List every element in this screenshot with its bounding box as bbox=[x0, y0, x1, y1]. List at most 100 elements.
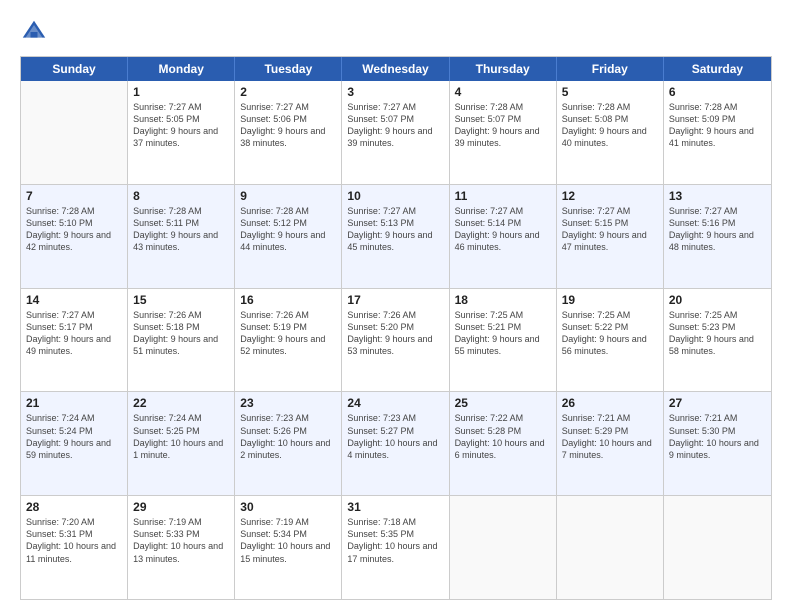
cell-sun-info: Sunrise: 7:19 AM Sunset: 5:33 PM Dayligh… bbox=[133, 516, 229, 565]
day-number: 16 bbox=[240, 293, 336, 307]
calendar-cell-day-22: 22Sunrise: 7:24 AM Sunset: 5:25 PM Dayli… bbox=[128, 392, 235, 495]
cell-sun-info: Sunrise: 7:28 AM Sunset: 5:10 PM Dayligh… bbox=[26, 205, 122, 254]
calendar-cell-day-24: 24 Sunrise: 7:23 AM Sunset: 5:27 PM Dayli… bbox=[342, 392, 449, 495]
calendar-cell-day-16: 16 Sunrise: 7:26 AM Sunset: 5:19 PM Dayli… bbox=[235, 289, 342, 392]
day-number: 28 bbox=[26, 500, 122, 514]
day-number: 12 bbox=[562, 189, 658, 203]
calendar-page: SundayMondayTuesdayWednesdayThursdayFrid… bbox=[0, 0, 792, 612]
cell-sun-info: Sunrise: 7:27 AM Sunset: 5:15 PM Dayligh… bbox=[562, 205, 658, 254]
calendar-cell-day-11: 11 Sunrise: 7:27 AM Sunset: 5:14 PM Dayli… bbox=[450, 185, 557, 288]
cell-sun-info: Sunrise: 7:27 AM Sunset: 5:07 PM Dayligh… bbox=[347, 101, 443, 150]
cell-sun-info: Sunrise: 7:26 AM Sunset: 5:18 PM Dayligh… bbox=[133, 309, 229, 358]
day-number: 27 bbox=[669, 396, 766, 410]
day-number: 6 bbox=[669, 85, 766, 99]
cell-sun-info: Sunrise: 7:23 AM Sunset: 5:27 PM Dayligh… bbox=[347, 412, 443, 461]
calendar-cell-day-6: 6 Sunrise: 7:28 AM Sunset: 5:09 PM Daylig… bbox=[664, 81, 771, 184]
calendar-cell-empty bbox=[450, 496, 557, 599]
day-number: 25 bbox=[455, 396, 551, 410]
cell-sun-info: Sunrise: 7:27 AM Sunset: 5:16 PM Dayligh… bbox=[669, 205, 766, 254]
day-number: 20 bbox=[669, 293, 766, 307]
calendar-cell-day-10: 10Sunrise: 7:27 AM Sunset: 5:13 PM Dayli… bbox=[342, 185, 449, 288]
day-number: 26 bbox=[562, 396, 658, 410]
day-number: 29 bbox=[133, 500, 229, 514]
calendar-cell-day-18: 18 Sunrise: 7:25 AM Sunset: 5:21 PM Dayli… bbox=[450, 289, 557, 392]
cell-sun-info: Sunrise: 7:26 AM Sunset: 5:20 PM Dayligh… bbox=[347, 309, 443, 358]
calendar-cell-day-3: 3 Sunrise: 7:27 AM Sunset: 5:07 PM Daylig… bbox=[342, 81, 449, 184]
day-number: 17 bbox=[347, 293, 443, 307]
cell-sun-info: Sunrise: 7:25 AM Sunset: 5:22 PM Dayligh… bbox=[562, 309, 658, 358]
cell-sun-info: Sunrise: 7:25 AM Sunset: 5:21 PM Dayligh… bbox=[455, 309, 551, 358]
cell-sun-info: Sunrise: 7:18 AM Sunset: 5:35 PM Dayligh… bbox=[347, 516, 443, 565]
header-day-tuesday: Tuesday bbox=[235, 57, 342, 81]
cell-sun-info: Sunrise: 7:25 AM Sunset: 5:23 PM Dayligh… bbox=[669, 309, 766, 358]
day-number: 13 bbox=[669, 189, 766, 203]
day-number: 7 bbox=[26, 189, 122, 203]
cell-sun-info: Sunrise: 7:28 AM Sunset: 5:08 PM Dayligh… bbox=[562, 101, 658, 150]
calendar-grid: SundayMondayTuesdayWednesdayThursdayFrid… bbox=[20, 56, 772, 600]
calendar-cell-day-5: 5 Sunrise: 7:28 AM Sunset: 5:08 PM Daylig… bbox=[557, 81, 664, 184]
calendar-cell-day-29: 29 Sunrise: 7:19 AM Sunset: 5:33 PM Dayli… bbox=[128, 496, 235, 599]
day-number: 4 bbox=[455, 85, 551, 99]
cell-sun-info: Sunrise: 7:21 AM Sunset: 5:29 PM Dayligh… bbox=[562, 412, 658, 461]
logo bbox=[20, 18, 52, 46]
day-number: 15 bbox=[133, 293, 229, 307]
calendar-cell-day-21: 21 Sunrise: 7:24 AM Sunset: 5:24 PM Dayli… bbox=[21, 392, 128, 495]
cell-sun-info: Sunrise: 7:27 AM Sunset: 5:17 PM Dayligh… bbox=[26, 309, 122, 358]
cell-sun-info: Sunrise: 7:27 AM Sunset: 5:06 PM Dayligh… bbox=[240, 101, 336, 150]
header-day-friday: Friday bbox=[557, 57, 664, 81]
calendar-row-4: 21 Sunrise: 7:24 AM Sunset: 5:24 PM Dayli… bbox=[21, 392, 771, 496]
day-number: 5 bbox=[562, 85, 658, 99]
calendar-header: SundayMondayTuesdayWednesdayThursdayFrid… bbox=[21, 57, 771, 81]
calendar-cell-day-17: 17 Sunrise: 7:26 AM Sunset: 5:20 PM Dayli… bbox=[342, 289, 449, 392]
calendar-cell-day-9: 9Sunrise: 7:28 AM Sunset: 5:12 PM Daylig… bbox=[235, 185, 342, 288]
logo-icon bbox=[20, 18, 48, 46]
calendar-cell-day-26: 26 Sunrise: 7:21 AM Sunset: 5:29 PM Dayli… bbox=[557, 392, 664, 495]
day-number: 21 bbox=[26, 396, 122, 410]
cell-sun-info: Sunrise: 7:21 AM Sunset: 5:30 PM Dayligh… bbox=[669, 412, 766, 461]
cell-sun-info: Sunrise: 7:28 AM Sunset: 5:09 PM Dayligh… bbox=[669, 101, 766, 150]
header-day-saturday: Saturday bbox=[664, 57, 771, 81]
cell-sun-info: Sunrise: 7:27 AM Sunset: 5:13 PM Dayligh… bbox=[347, 205, 443, 254]
day-number: 18 bbox=[455, 293, 551, 307]
day-number: 30 bbox=[240, 500, 336, 514]
day-number: 24 bbox=[347, 396, 443, 410]
cell-sun-info: Sunrise: 7:28 AM Sunset: 5:12 PM Dayligh… bbox=[240, 205, 336, 254]
calendar-cell-day-23: 23 Sunrise: 7:23 AM Sunset: 5:26 PM Dayli… bbox=[235, 392, 342, 495]
cell-sun-info: Sunrise: 7:24 AM Sunset: 5:25 PM Dayligh… bbox=[133, 412, 229, 461]
calendar-cell-day-25: 25 Sunrise: 7:22 AM Sunset: 5:28 PM Dayli… bbox=[450, 392, 557, 495]
day-number: 19 bbox=[562, 293, 658, 307]
calendar-cell-day-28: 28 Sunrise: 7:20 AM Sunset: 5:31 PM Dayli… bbox=[21, 496, 128, 599]
header-day-thursday: Thursday bbox=[450, 57, 557, 81]
cell-sun-info: Sunrise: 7:22 AM Sunset: 5:28 PM Dayligh… bbox=[455, 412, 551, 461]
calendar-cell-day-1: 1Sunrise: 7:27 AM Sunset: 5:05 PM Daylig… bbox=[128, 81, 235, 184]
calendar-row-3: 14 Sunrise: 7:27 AM Sunset: 5:17 PM Dayli… bbox=[21, 289, 771, 393]
cell-sun-info: Sunrise: 7:27 AM Sunset: 5:14 PM Dayligh… bbox=[455, 205, 551, 254]
calendar-cell-day-15: 15 Sunrise: 7:26 AM Sunset: 5:18 PM Dayli… bbox=[128, 289, 235, 392]
header-day-wednesday: Wednesday bbox=[342, 57, 449, 81]
calendar-cell-day-13: 13 Sunrise: 7:27 AM Sunset: 5:16 PM Dayli… bbox=[664, 185, 771, 288]
cell-sun-info: Sunrise: 7:23 AM Sunset: 5:26 PM Dayligh… bbox=[240, 412, 336, 461]
calendar-cell-day-19: 19 Sunrise: 7:25 AM Sunset: 5:22 PM Dayli… bbox=[557, 289, 664, 392]
calendar-cell-day-14: 14 Sunrise: 7:27 AM Sunset: 5:17 PM Dayli… bbox=[21, 289, 128, 392]
calendar-cell-empty bbox=[664, 496, 771, 599]
day-number: 2 bbox=[240, 85, 336, 99]
calendar-row-1: 1Sunrise: 7:27 AM Sunset: 5:05 PM Daylig… bbox=[21, 81, 771, 185]
day-number: 23 bbox=[240, 396, 336, 410]
day-number: 14 bbox=[26, 293, 122, 307]
cell-sun-info: Sunrise: 7:26 AM Sunset: 5:19 PM Dayligh… bbox=[240, 309, 336, 358]
calendar-cell-day-31: 31Sunrise: 7:18 AM Sunset: 5:35 PM Dayli… bbox=[342, 496, 449, 599]
calendar-cell-day-8: 8Sunrise: 7:28 AM Sunset: 5:11 PM Daylig… bbox=[128, 185, 235, 288]
cell-sun-info: Sunrise: 7:28 AM Sunset: 5:11 PM Dayligh… bbox=[133, 205, 229, 254]
cell-sun-info: Sunrise: 7:28 AM Sunset: 5:07 PM Dayligh… bbox=[455, 101, 551, 150]
cell-sun-info: Sunrise: 7:20 AM Sunset: 5:31 PM Dayligh… bbox=[26, 516, 122, 565]
calendar-row-2: 7 Sunrise: 7:28 AM Sunset: 5:10 PM Daylig… bbox=[21, 185, 771, 289]
day-number: 11 bbox=[455, 189, 551, 203]
cell-sun-info: Sunrise: 7:24 AM Sunset: 5:24 PM Dayligh… bbox=[26, 412, 122, 461]
calendar-cell-day-20: 20 Sunrise: 7:25 AM Sunset: 5:23 PM Dayli… bbox=[664, 289, 771, 392]
day-number: 3 bbox=[347, 85, 443, 99]
calendar-cell-day-30: 30 Sunrise: 7:19 AM Sunset: 5:34 PM Dayli… bbox=[235, 496, 342, 599]
calendar-body: 1Sunrise: 7:27 AM Sunset: 5:05 PM Daylig… bbox=[21, 81, 771, 599]
cell-sun-info: Sunrise: 7:19 AM Sunset: 5:34 PM Dayligh… bbox=[240, 516, 336, 565]
calendar-cell-day-2: 2 Sunrise: 7:27 AM Sunset: 5:06 PM Daylig… bbox=[235, 81, 342, 184]
calendar-cell-empty bbox=[21, 81, 128, 184]
